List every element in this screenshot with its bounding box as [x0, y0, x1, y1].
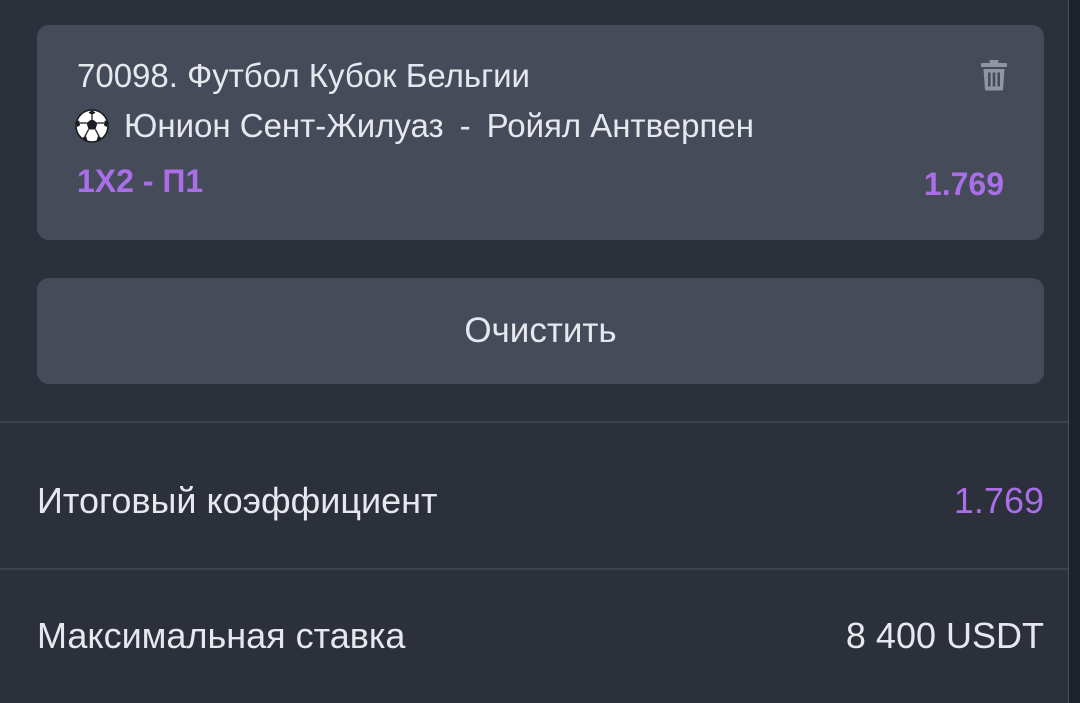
- bet-slip-card: 70098. Футбол Кубок Бельгии Юнион Сент-Ж…: [37, 25, 1044, 240]
- trash-icon[interactable]: [980, 59, 1008, 91]
- clear-button[interactable]: Очистить: [37, 278, 1044, 384]
- divider: [0, 568, 1068, 570]
- market-label: 1Х2 - П1: [77, 163, 204, 199]
- soccer-ball-icon: [74, 108, 110, 144]
- team-separator: -: [459, 107, 471, 144]
- max-stake-label: Максимальная ставка: [37, 615, 406, 656]
- total-odds-row: Итоговый коэффициент 1.769: [37, 471, 1044, 531]
- home-team: Юнион Сент-Жилуаз: [124, 107, 444, 144]
- scroll-rail: [1068, 0, 1080, 703]
- total-odds-label: Итоговый коэффициент: [37, 480, 438, 521]
- total-odds-value: 1.769: [953, 480, 1044, 521]
- max-stake-value: 8 400 USDT: [845, 615, 1044, 656]
- match-line: Юнион Сент-Жилуаз - Ройял Антверпен: [74, 105, 754, 147]
- away-team: Ройял Антверпен: [486, 107, 754, 144]
- bet-odds: 1.769: [923, 166, 1004, 202]
- event-header: 70098. Футбол Кубок Бельгии: [77, 57, 530, 94]
- max-stake-row: Максимальная ставка 8 400 USDT: [37, 606, 1044, 666]
- divider: [0, 421, 1068, 423]
- rail-border: [1068, 0, 1069, 703]
